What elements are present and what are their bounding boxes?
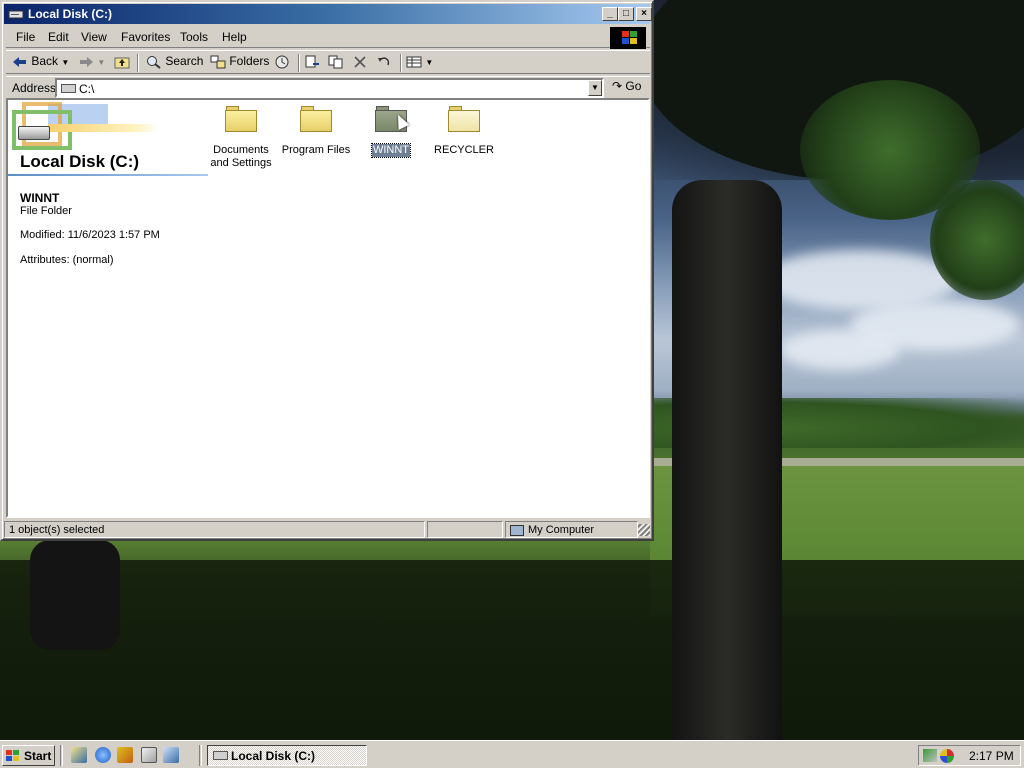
- folders-label: Folders: [229, 54, 270, 68]
- folder-icon: [448, 106, 480, 132]
- windows-flag-icon: [6, 750, 20, 762]
- views-dropdown-icon[interactable]: ▼: [425, 58, 433, 67]
- search-icon: [146, 55, 162, 69]
- folder-winnt[interactable]: WINNT: [355, 106, 427, 158]
- back-dropdown-icon[interactable]: ▼: [61, 58, 69, 67]
- back-arrow-icon: [12, 55, 28, 69]
- start-label: Start: [24, 749, 52, 763]
- clock[interactable]: 2:17 PM: [969, 749, 1014, 763]
- folder-icon: [375, 106, 410, 132]
- delete-icon: [352, 55, 368, 69]
- menu-favorites[interactable]: Favorites: [121, 30, 170, 44]
- address-dropdown-button[interactable]: ▼: [588, 80, 602, 96]
- taskbar: Start Local Disk (C:) 2:17 PM: [0, 740, 1024, 768]
- drive-icon: [213, 751, 228, 760]
- standard-toolbar: Back ▼ ▼ Search Folders ▼: [6, 50, 650, 74]
- history-icon: [274, 55, 290, 69]
- forward-dropdown-icon[interactable]: ▼: [97, 58, 105, 67]
- title-bar[interactable]: Local Disk (C:) _ □ ×: [4, 4, 652, 24]
- selected-item-type: File Folder: [20, 205, 72, 217]
- info-pane-divider: [8, 174, 208, 176]
- move-to-icon: [304, 55, 320, 69]
- menu-view[interactable]: View: [81, 30, 107, 44]
- folder-view[interactable]: Local Disk (C:) WINNT File Folder Modifi…: [6, 98, 650, 518]
- menu-help[interactable]: Help: [222, 30, 247, 44]
- go-arrow-icon: ↷: [612, 79, 623, 93]
- start-button[interactable]: Start: [2, 745, 55, 766]
- selected-item-name: WINNT: [20, 191, 60, 205]
- my-computer-icon: [510, 524, 524, 536]
- outlook-express-icon[interactable]: [163, 747, 179, 763]
- windows-update-icon[interactable]: [940, 749, 954, 763]
- resize-grip[interactable]: [638, 524, 650, 536]
- folder-icon: [225, 106, 257, 132]
- drive-icon: [8, 10, 24, 19]
- menu-tools[interactable]: Tools: [180, 30, 208, 44]
- copy-to-icon: [328, 55, 344, 69]
- status-selection: 1 object(s) selected: [4, 521, 425, 538]
- taskbar-button-label: Local Disk (C:): [231, 749, 316, 763]
- windows-logo-icon: [610, 27, 646, 49]
- network-icon[interactable]: [923, 749, 937, 762]
- system-tray: 2:17 PM: [918, 745, 1021, 766]
- selected-item-modified: Modified: 11/6/2023 1:57 PM: [20, 229, 160, 241]
- explorer-window[interactable]: Local Disk (C:) _ □ × File Edit View Fav…: [0, 0, 654, 541]
- undo-button[interactable]: [376, 54, 392, 72]
- search-button[interactable]: Search: [146, 54, 203, 72]
- show-desktop-icon[interactable]: [71, 747, 87, 763]
- menu-bar: File Edit View Favorites Tools Help: [6, 26, 650, 49]
- status-bar: 1 object(s) selected My Computer: [4, 520, 652, 539]
- folders-button[interactable]: Folders: [210, 54, 269, 72]
- folder-documents-and-settings[interactable]: Documents and Settings: [205, 106, 277, 170]
- up-folder-button[interactable]: [114, 54, 130, 72]
- forward-button[interactable]: ▼: [78, 54, 105, 72]
- folder-label: RECYCLER: [434, 144, 494, 156]
- back-label: Back: [31, 54, 59, 68]
- address-input[interactable]: C:\ ▼: [55, 78, 604, 98]
- minimize-button[interactable]: _: [602, 7, 618, 21]
- views-button[interactable]: ▼: [406, 54, 433, 72]
- web-view-info-pane: Local Disk (C:) WINNT File Folder Modifi…: [8, 100, 210, 516]
- window-title: Local Disk (C:): [28, 7, 113, 21]
- address-value: C:\: [79, 82, 95, 96]
- go-label: Go: [625, 79, 642, 93]
- go-button[interactable]: ↷ Go: [612, 79, 641, 93]
- drive-icon: [18, 126, 50, 140]
- menu-edit[interactable]: Edit: [48, 30, 69, 44]
- status-size: [427, 521, 503, 538]
- address-label: Address: [12, 81, 57, 95]
- folder-label: Documents and Settings: [210, 144, 272, 169]
- address-bar: Address C:\ ▼ ↷ Go: [6, 76, 650, 98]
- menu-file[interactable]: File: [16, 30, 35, 44]
- undo-icon: [376, 55, 392, 69]
- up-folder-icon: [114, 55, 130, 69]
- search-label: Search: [165, 54, 204, 68]
- folder-program-files[interactable]: Program Files: [280, 106, 352, 157]
- info-pane-title: Local Disk (C:): [20, 152, 140, 171]
- quick-launch-app-icon[interactable]: [141, 747, 157, 763]
- taskbar-button-local-disk[interactable]: Local Disk (C:): [207, 745, 367, 766]
- maximize-button[interactable]: □: [618, 7, 634, 21]
- views-icon: [406, 55, 422, 69]
- back-button[interactable]: Back ▼: [12, 54, 69, 72]
- folder-label: WINNT: [370, 143, 412, 158]
- close-button[interactable]: ×: [636, 7, 652, 21]
- drive-icon: [61, 84, 76, 93]
- media-player-icon[interactable]: [117, 747, 133, 763]
- delete-button[interactable]: [352, 54, 368, 72]
- folder-icon: [300, 106, 332, 132]
- forward-arrow-icon: [78, 55, 94, 69]
- folder-label: Program Files: [281, 144, 351, 156]
- internet-explorer-icon[interactable]: [95, 747, 111, 763]
- status-location: My Computer: [505, 521, 638, 538]
- selected-item-attributes: Attributes: (normal): [20, 254, 114, 266]
- history-button[interactable]: [274, 54, 290, 72]
- folders-icon: [210, 55, 226, 69]
- folder-recycler[interactable]: RECYCLER: [428, 106, 500, 157]
- move-to-button[interactable]: [304, 54, 320, 72]
- copy-to-button[interactable]: [328, 54, 344, 72]
